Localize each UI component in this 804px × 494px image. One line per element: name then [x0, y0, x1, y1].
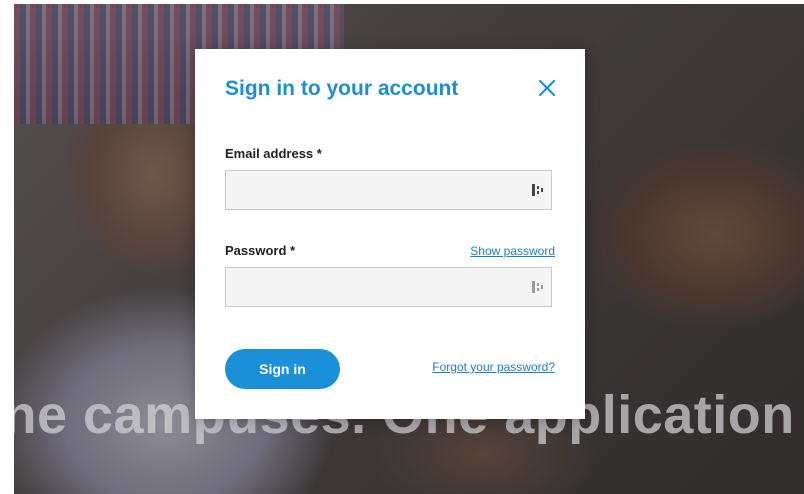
password-manager-icon[interactable] [531, 183, 545, 197]
close-button[interactable] [537, 78, 557, 98]
dialog-title: Sign in to your account [225, 77, 459, 100]
close-icon [538, 79, 556, 97]
show-password-link[interactable]: Show password [470, 244, 555, 258]
password-input[interactable] [226, 268, 516, 306]
password-manager-icon[interactable] [531, 280, 545, 294]
password-field-box [225, 267, 552, 307]
sign-in-dialog: Sign in to your account Email address * … [195, 49, 585, 419]
email-input[interactable] [226, 171, 516, 209]
password-label: Password * [225, 243, 296, 258]
forgot-password-link[interactable]: Forgot your password? [432, 360, 555, 374]
email-field-box [225, 170, 552, 210]
email-label: Email address * [225, 146, 322, 161]
page: ine campuses. One application Sign in to… [0, 0, 804, 494]
sign-in-button[interactable]: Sign in [225, 349, 340, 389]
